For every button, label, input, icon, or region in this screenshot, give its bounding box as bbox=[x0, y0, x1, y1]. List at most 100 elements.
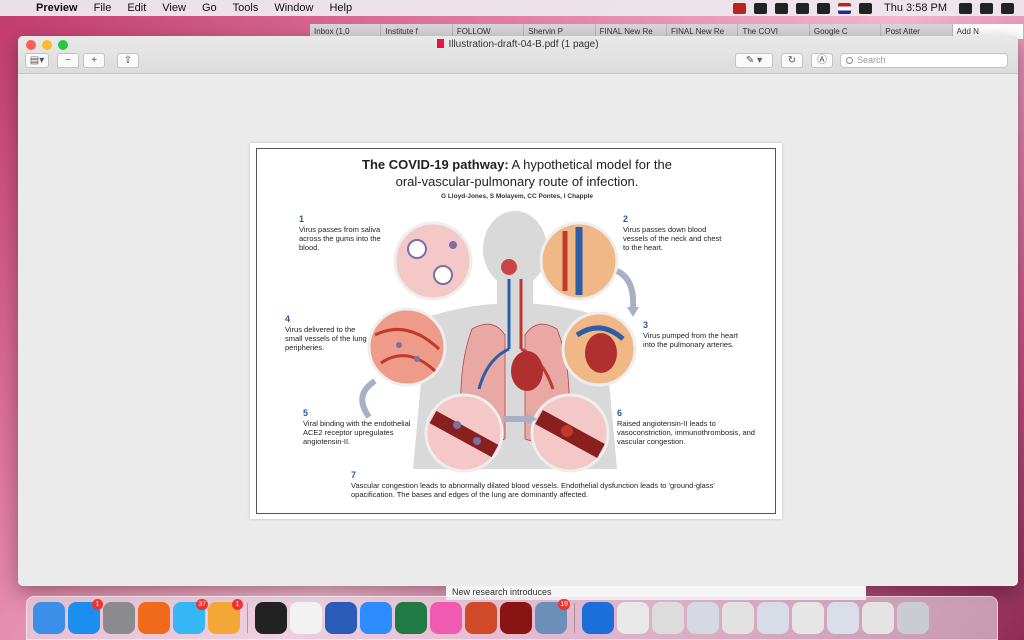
rotate-button[interactable]: ↻ bbox=[781, 53, 803, 68]
search-placeholder: Search bbox=[857, 55, 886, 65]
menu-window[interactable]: Window bbox=[266, 2, 321, 14]
figure-title-line2: oral-vascular-pulmonary route of infecti… bbox=[395, 174, 639, 189]
step-text: Virus delivered to the small vessels of … bbox=[285, 325, 367, 352]
figure-title: The COVID-19 pathway: A hypothetical mod… bbox=[257, 157, 777, 172]
step-number: 7 bbox=[351, 470, 357, 480]
figure-authors: G Lloyd-Jones, S Molayem, CC Pontes, I C… bbox=[440, 193, 594, 200]
document-thumb-icon[interactable] bbox=[652, 602, 684, 634]
step-number: 1 bbox=[299, 214, 305, 224]
step-text: Virus pumped from the heart into the pul… bbox=[643, 331, 738, 349]
step-text: Virus passes down blood vessels of the n… bbox=[623, 225, 722, 252]
dock: 1 37 1 19 bbox=[26, 596, 998, 640]
mouth bbox=[501, 259, 517, 275]
word-icon[interactable] bbox=[325, 602, 357, 634]
powerpoint-icon[interactable] bbox=[465, 602, 497, 634]
step-number: 6 bbox=[617, 408, 623, 418]
menu-help[interactable]: Help bbox=[321, 2, 360, 14]
clock[interactable]: Thu 3:58 PM bbox=[880, 2, 951, 14]
document-thumb-icon[interactable] bbox=[862, 602, 894, 634]
messages-icon[interactable]: 37 bbox=[173, 599, 208, 634]
step-text: Vascular congestion leads to abnormally … bbox=[351, 481, 715, 499]
search-input[interactable]: Search bbox=[840, 53, 1008, 68]
dock-separator bbox=[574, 603, 575, 633]
terminal-icon[interactable] bbox=[255, 602, 287, 634]
wifi-icon[interactable] bbox=[817, 2, 831, 14]
preview-window: Illustration-draft-04-B.pdf (1 page) ▤▾ … bbox=[18, 36, 1018, 586]
menu-app-name[interactable]: Preview bbox=[28, 2, 86, 14]
document-thumb-icon[interactable] bbox=[792, 602, 824, 634]
pdf-page[interactable]: The COVID-19 pathway: A hypothetical mod… bbox=[250, 143, 782, 519]
menu-edit[interactable]: Edit bbox=[119, 2, 154, 14]
menu-go[interactable]: Go bbox=[194, 2, 225, 14]
dock-badge: 19 bbox=[558, 599, 570, 610]
pdf-file-icon bbox=[437, 39, 445, 48]
textedit-icon[interactable] bbox=[290, 602, 322, 634]
1password-status-icon[interactable] bbox=[754, 2, 768, 14]
step-2: 2 Virus passes down blood vessels of the… bbox=[623, 214, 723, 253]
step-5: 5 Viral binding with the endothelial ACE… bbox=[303, 408, 415, 447]
photos-icon[interactable]: 1 bbox=[208, 599, 243, 634]
trash-icon[interactable] bbox=[897, 602, 929, 634]
step-4: 4 Virus delivered to the small vessels o… bbox=[285, 315, 371, 353]
detail-circle-1 bbox=[393, 221, 473, 301]
figure-frame: The COVID-19 pathway: A hypothetical mod… bbox=[256, 148, 776, 514]
battery-icon[interactable] bbox=[859, 2, 873, 14]
step-6: 6 Raised angiotensin-II leads to vasocon… bbox=[617, 408, 763, 447]
firefox-icon[interactable] bbox=[138, 602, 170, 634]
detail-circle-4 bbox=[367, 307, 447, 387]
document-title: Illustration-draft-04-B.pdf (1 page) bbox=[18, 39, 1018, 50]
dock-separator bbox=[247, 603, 248, 633]
figure-title-rest: A hypothetical model for the bbox=[508, 157, 672, 172]
document-thumb-icon[interactable] bbox=[722, 602, 754, 634]
markup-toolbar-button[interactable]: Ⓐ bbox=[811, 53, 833, 68]
dock-badge: 1 bbox=[232, 599, 243, 610]
detail-circle-6 bbox=[530, 393, 610, 473]
menu-view[interactable]: View bbox=[154, 2, 194, 14]
preview-icon[interactable]: 19 bbox=[535, 599, 570, 634]
step-1: 1 Virus passes from saliva across the gu… bbox=[299, 214, 391, 253]
step-text: Raised angiotensin-II leads to vasoconst… bbox=[617, 419, 755, 446]
menu-tools[interactable]: Tools bbox=[225, 2, 267, 14]
figure-title-bold: The COVID-19 pathway: bbox=[362, 157, 509, 172]
document-thumb-icon[interactable] bbox=[617, 602, 649, 634]
input-source-flag-icon[interactable] bbox=[838, 2, 852, 14]
system-preferences-icon[interactable] bbox=[103, 602, 135, 634]
document-thumb-icon[interactable] bbox=[757, 602, 789, 634]
step-number: 5 bbox=[303, 408, 309, 418]
app-store-icon[interactable]: 1 bbox=[68, 599, 103, 634]
detail-circle-2 bbox=[539, 221, 619, 301]
sidebar-toggle-button[interactable]: ▤▾ bbox=[25, 53, 49, 68]
spotlight-icon[interactable] bbox=[959, 2, 972, 14]
step-number: 2 bbox=[623, 214, 629, 224]
step-text: Viral binding with the endothelial ACE2 … bbox=[303, 419, 411, 446]
document-viewer[interactable]: The COVID-19 pathway: A hypothetical mod… bbox=[18, 75, 1018, 586]
airplay-icon[interactable] bbox=[775, 2, 789, 14]
excel-icon[interactable] bbox=[395, 602, 427, 634]
notification-center-icon[interactable] bbox=[1001, 2, 1014, 14]
itunes-icon[interactable] bbox=[430, 602, 462, 634]
siri-icon[interactable] bbox=[980, 2, 993, 14]
menu-file[interactable]: File bbox=[86, 2, 120, 14]
detail-circle-3 bbox=[561, 311, 637, 387]
dock-badge: 37 bbox=[196, 599, 208, 610]
search-icon bbox=[846, 57, 853, 64]
markup-pen-button[interactable]: ✎ ▾ bbox=[735, 53, 773, 68]
menu-bar: Preview File Edit View Go Tools Window H… bbox=[0, 0, 1024, 16]
flash-icon[interactable] bbox=[500, 602, 532, 634]
zoom-in-button[interactable]: + bbox=[83, 53, 105, 68]
zoom-icon[interactable] bbox=[360, 602, 392, 634]
step-text: Virus passes from saliva across the gums… bbox=[299, 225, 381, 252]
dock-badge: 1 bbox=[92, 599, 103, 610]
status-area: Thu 3:58 PM bbox=[733, 2, 1024, 14]
bluetooth-icon[interactable] bbox=[796, 2, 810, 14]
document-title-text: Illustration-draft-04-B.pdf (1 page) bbox=[448, 39, 599, 50]
1password-icon[interactable] bbox=[582, 602, 614, 634]
step-3: 3 Virus pumped from the heart into the p… bbox=[643, 321, 739, 350]
document-thumb-icon[interactable] bbox=[687, 602, 719, 634]
finder-icon[interactable] bbox=[33, 602, 65, 634]
zoom-out-button[interactable]: − bbox=[57, 53, 79, 68]
title-bar: Illustration-draft-04-B.pdf (1 page) ▤▾ … bbox=[18, 36, 1018, 74]
share-button[interactable]: ⇪ bbox=[117, 53, 139, 68]
document-thumb-icon[interactable] bbox=[827, 602, 859, 634]
record-icon[interactable] bbox=[733, 2, 747, 14]
